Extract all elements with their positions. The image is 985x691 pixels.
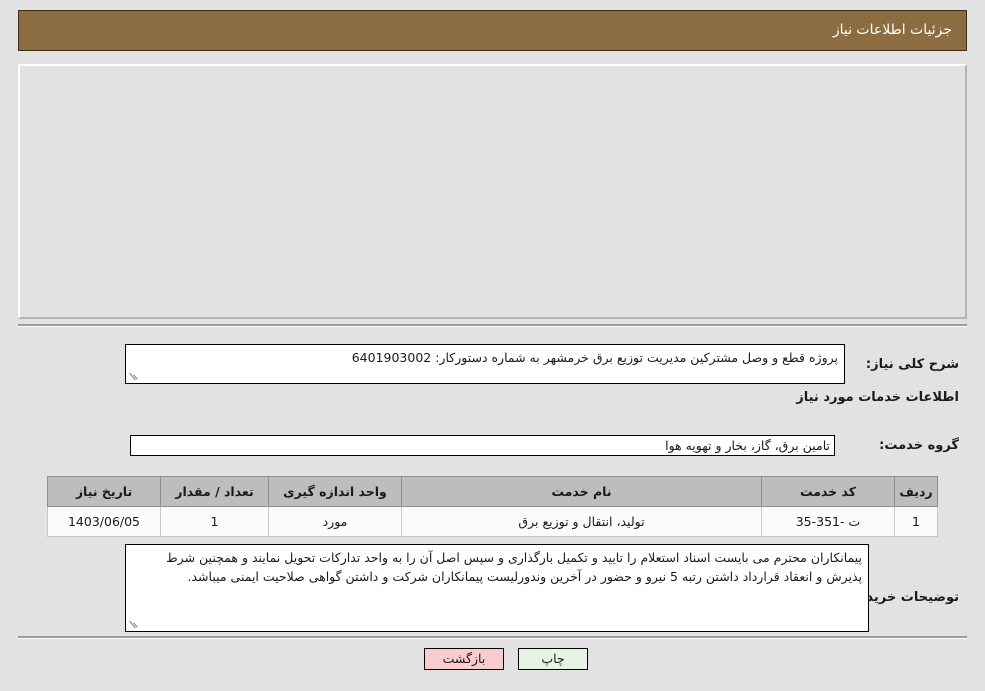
service-group-field[interactable]: تامین برق، گاز، بخار و تهویه هوا xyxy=(130,435,835,456)
cell-name: تولید، انتقال و توزیع برق xyxy=(401,506,762,537)
need-description-label: شرح کلی نیاز: xyxy=(865,357,959,372)
cell-code: ت -351-35 xyxy=(761,506,895,537)
cell-date: 1403/06/05 xyxy=(47,506,161,537)
need-description-textarea[interactable]: پروژه قطع و وصل مشترکین مدیریت توزیع برق… xyxy=(125,344,845,384)
th-name: نام خدمت xyxy=(401,476,762,507)
divider-bottom xyxy=(18,636,967,639)
buyer-notes-text: پیمانکاران محترم می بایست اسناد استعلام … xyxy=(166,550,862,584)
need-info-panel xyxy=(18,64,967,319)
th-quantity: تعداد / مقدار xyxy=(160,476,269,507)
table-row: 1 ت -351-35 تولید، انتقال و توزیع برق مو… xyxy=(47,506,938,537)
th-code: کد خدمت xyxy=(761,476,895,507)
resize-grip-icon[interactable] xyxy=(129,620,139,630)
cell-quantity: 1 xyxy=(160,506,269,537)
print-button[interactable]: چاپ xyxy=(518,648,588,670)
service-group-label: گروه خدمت: xyxy=(879,438,959,453)
th-unit: واحد اندازه گیری xyxy=(268,476,402,507)
resize-grip-icon[interactable] xyxy=(129,372,139,382)
th-date: تاریخ نیاز xyxy=(47,476,161,507)
table-header-row: ردیف کد خدمت نام خدمت واحد اندازه گیری ت… xyxy=(47,476,938,507)
need-description-text: پروژه قطع و وصل مشترکین مدیریت توزیع برق… xyxy=(351,350,838,365)
cell-unit: مورد xyxy=(268,506,402,537)
back-button[interactable]: بازگشت xyxy=(424,648,504,670)
th-index: ردیف xyxy=(894,476,938,507)
page-header-bar: جزئیات اطلاعات نیاز xyxy=(18,10,967,51)
cell-index: 1 xyxy=(894,506,938,537)
buyer-notes-textarea[interactable]: پیمانکاران محترم می بایست اسناد استعلام … xyxy=(125,544,869,632)
services-info-heading: اطلاعات خدمات مورد نیاز xyxy=(796,390,959,405)
services-table: ردیف کد خدمت نام خدمت واحد اندازه گیری ت… xyxy=(47,476,938,537)
page-title: جزئیات اطلاعات نیاز xyxy=(832,22,952,38)
divider-top xyxy=(18,324,967,327)
